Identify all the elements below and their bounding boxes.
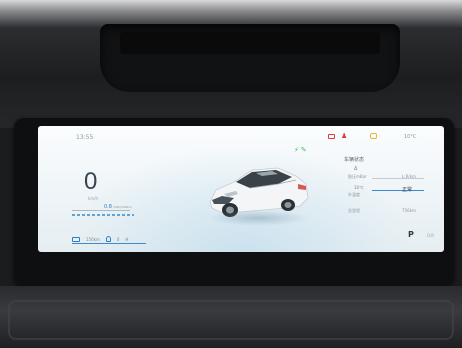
dashboard-ridge	[8, 300, 454, 340]
speed-readout: 0	[84, 168, 98, 195]
stat-row-2-label: 外温度	[348, 192, 360, 197]
outside-temperature: 10°C	[404, 134, 417, 140]
stat-row-1-value: L:R/km	[402, 174, 416, 179]
energy-consumption-unit: kWh/100km	[113, 205, 132, 209]
seatbelt-warning-icon: ♟	[341, 132, 348, 140]
strip-underline	[72, 243, 146, 244]
battery-warning-icon	[328, 134, 335, 139]
stat-row-2-line	[372, 190, 424, 191]
range-divider	[72, 210, 130, 211]
odometer-icon	[105, 236, 111, 242]
odometer-value: 0	[116, 236, 120, 242]
energy-consumption: 0.8 kWh/100km	[104, 204, 132, 210]
stat-row-1-line	[372, 178, 424, 179]
battery-range: 156km	[86, 236, 100, 242]
energy-bar	[72, 214, 134, 216]
gear-indicator: P	[408, 230, 414, 239]
air-vent-slot	[120, 32, 380, 54]
stat-row-3-label: 总里程	[348, 208, 360, 213]
stat-row-3-value: 756km	[402, 208, 416, 213]
charge-status-icon: ⚡✎	[294, 146, 309, 154]
amber-warning-icon	[370, 133, 377, 139]
energy-consumption-value: 0.8	[104, 204, 112, 210]
stat-row-2-symbol: 10℃	[354, 185, 364, 190]
extra-indicator: H	[125, 236, 129, 242]
battery-icon	[72, 236, 80, 242]
stat-row-2-value: 正常	[402, 187, 413, 193]
speed-unit: km/h	[88, 196, 99, 201]
stat-row-1-label: 胎压mBar	[348, 174, 367, 179]
stat-row-1-symbol: Δ	[354, 166, 358, 172]
car-rendering	[200, 144, 314, 234]
info-panel-title: 车辆状态	[344, 157, 365, 163]
gear-sub-indicator: D/R	[427, 233, 435, 238]
clock: 13:55	[76, 134, 94, 141]
car-shadow	[208, 210, 308, 226]
instrument-cluster-screen: 13:55 0 km/h 0.8 kWh/100km 156km 0 H ⚡✎ …	[38, 126, 444, 252]
